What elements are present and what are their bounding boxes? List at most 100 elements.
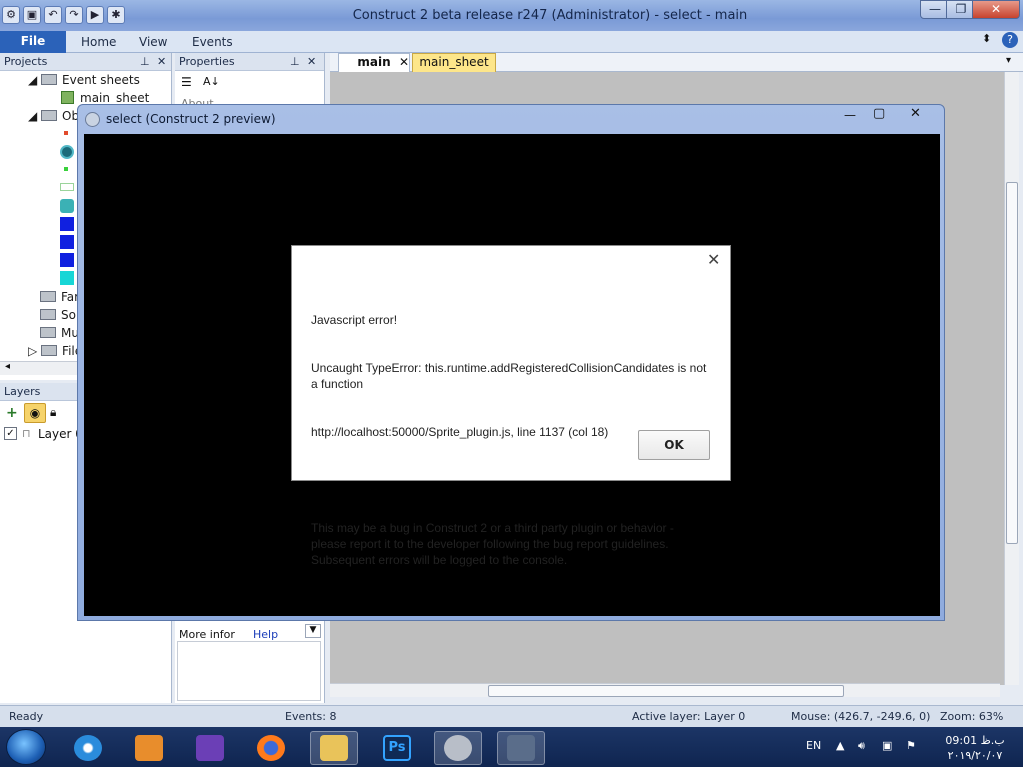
tree-folder[interactable]: Mu	[40, 326, 79, 340]
help-link[interactable]: Help	[253, 628, 278, 641]
object-sprite-icon[interactable]	[60, 199, 74, 213]
object-sprite-icon[interactable]	[60, 271, 74, 285]
error-dialog: ✕ Javascript error! Uncaught TypeError: …	[291, 245, 731, 567]
internet-explorer-icon	[74, 735, 102, 761]
taskbar-photoshop[interactable]: Ps	[373, 731, 421, 765]
dialog-close-icon[interactable]: ✕	[707, 250, 720, 269]
save-icon[interactable]: ▣	[23, 6, 41, 24]
folder-icon	[41, 110, 58, 121]
error-advice: This may be a bug in Construct 2 or a th…	[311, 521, 678, 567]
tab-list-dropdown-icon[interactable]: ▾	[1006, 55, 1011, 66]
pin-icon[interactable]: ⊥	[140, 53, 150, 70]
pin-icon[interactable]: ⊥	[290, 53, 300, 70]
tree-folder[interactable]: ▷ File	[28, 344, 82, 358]
sort-alpha-icon[interactable]: A↓	[203, 75, 220, 88]
folder-icon	[41, 345, 58, 356]
volume-icon[interactable]: 🔊︎	[858, 739, 865, 753]
quick-access-toolbar: ⚙ ▣ ↶ ↷ ▶ ✱	[2, 6, 125, 24]
status-zoom: Zoom: 63%	[940, 710, 1004, 723]
preview-close-button[interactable]: ✕	[910, 106, 921, 121]
tree-label: Event sheets	[62, 73, 140, 87]
action-center-flag-icon[interactable]: ⚑	[906, 739, 916, 752]
ribbon-menu: File Home View Events ⬍ ?	[0, 31, 1023, 53]
hscroll-thumb[interactable]	[488, 685, 844, 697]
panel-close-icon[interactable]: ✕	[307, 53, 316, 70]
settings-icon[interactable]: ⚙	[2, 6, 20, 24]
folder-icon	[41, 74, 58, 85]
tree-label: So	[61, 308, 76, 322]
taskbar-firefox[interactable]	[247, 731, 295, 765]
preview-maximize-button[interactable]: ▢	[873, 106, 885, 121]
taskbar-visual-studio[interactable]	[186, 731, 234, 765]
object-sprite-icon[interactable]	[64, 131, 68, 135]
dropdown-icon[interactable]: ▼	[305, 624, 321, 638]
folder-icon	[40, 327, 56, 338]
run-layout-icon[interactable]: ▶	[86, 6, 104, 24]
lock-icon[interactable]: 🔒︎	[50, 405, 56, 420]
categorized-icon[interactable]: ☰	[181, 75, 192, 89]
status-mouse: Mouse: (426.7, -249.6, 0)	[791, 710, 931, 723]
preview-minimize-button[interactable]: —	[844, 108, 856, 122]
app-window-icon	[507, 735, 535, 761]
menu-home[interactable]: Home	[81, 35, 116, 49]
add-layer-icon[interactable]: +	[6, 405, 18, 421]
tree-objects[interactable]: ◢ Ob	[28, 109, 79, 123]
windows-taskbar: Ps EN ▲ 🔊︎ ▣ ⚑ 09:01 ب.ظ ۲۰۱۹/۲۰/۰۷	[0, 727, 1023, 767]
debug-icon[interactable]: ✱	[107, 6, 125, 24]
menu-events[interactable]: Events	[192, 35, 233, 49]
tree-event-sheets[interactable]: ◢ Event sheets	[28, 73, 140, 87]
network-icon[interactable]: ▣	[882, 739, 892, 752]
object-sprite-icon[interactable]	[60, 253, 74, 267]
visibility-eye-icon[interactable]: ◉	[24, 403, 46, 423]
menu-view[interactable]: View	[139, 35, 167, 49]
projects-header: Projects ⊥ ✕	[0, 53, 171, 71]
tab-main[interactable]: main ✕	[338, 53, 410, 72]
panel-close-icon[interactable]: ✕	[157, 53, 166, 70]
help-icon[interactable]: ?	[1002, 32, 1018, 48]
clock-date: ۲۰۱۹/۲۰/۰۷	[947, 749, 1003, 762]
file-menu[interactable]: File	[0, 31, 66, 53]
tree-folder[interactable]: Far	[40, 290, 79, 304]
ok-button[interactable]: OK	[638, 430, 710, 460]
vscroll-thumb[interactable]	[1006, 182, 1018, 544]
tab-close-icon[interactable]: ✕	[399, 54, 409, 71]
taskbar-media[interactable]	[125, 731, 173, 765]
undo-icon[interactable]: ↶	[44, 6, 62, 24]
editor-vscrollbar[interactable]	[1004, 72, 1019, 685]
event-sheet-icon	[61, 91, 74, 104]
show-hidden-icons-icon[interactable]: ▲	[836, 739, 844, 752]
status-events: Events: 8	[285, 710, 337, 723]
system-clock[interactable]: 09:01 ب.ظ ۲۰۱۹/۲۰/۰۷	[930, 733, 1020, 763]
editor-hscrollbar[interactable]	[330, 683, 1000, 697]
more-info-label: More infor	[179, 628, 235, 641]
visual-studio-icon	[196, 735, 224, 761]
redo-icon[interactable]: ↷	[65, 6, 83, 24]
tree-main-sheet[interactable]: main_sheet	[61, 91, 149, 105]
taskbar-explorer[interactable]	[310, 731, 358, 765]
close-button[interactable]: ✕	[972, 0, 1020, 19]
taskbar-preview-window[interactable]	[497, 731, 545, 765]
folder-icon	[40, 291, 56, 302]
object-sprite-icon[interactable]	[60, 183, 74, 191]
photoshop-icon: Ps	[383, 735, 411, 761]
window-title: Construct 2 beta release r247 (Administr…	[352, 8, 748, 23]
scroll-left-icon[interactable]: ◂	[5, 361, 10, 372]
object-sprite-icon[interactable]	[60, 235, 74, 249]
layer-lock-icon[interactable]: ⊓	[22, 427, 31, 440]
editor-tab-strip: main ✕ main_sheet ▾	[330, 53, 1023, 72]
object-sprite-icon[interactable]	[60, 145, 74, 159]
taskbar-ie[interactable]	[64, 731, 112, 765]
language-indicator[interactable]: EN	[806, 739, 821, 752]
error-message: Uncaught TypeError: this.runtime.addRegi…	[311, 361, 710, 391]
start-button[interactable]	[6, 729, 46, 765]
tab-main-sheet[interactable]: main_sheet	[412, 53, 496, 72]
taskbar-construct2[interactable]	[434, 731, 482, 765]
status-bar: Ready Events: 8 Active layer: Layer 0 Mo…	[0, 705, 1023, 727]
ribbon-toggle-icon[interactable]: ⬍	[982, 32, 991, 45]
property-description	[177, 641, 321, 701]
layer-visible-checkbox[interactable]: ✓	[4, 427, 17, 440]
tree-folder[interactable]: So	[40, 308, 76, 322]
object-sprite-icon[interactable]	[60, 217, 74, 231]
tree-label: main_sheet	[80, 91, 150, 105]
object-sprite-icon[interactable]	[64, 167, 68, 171]
